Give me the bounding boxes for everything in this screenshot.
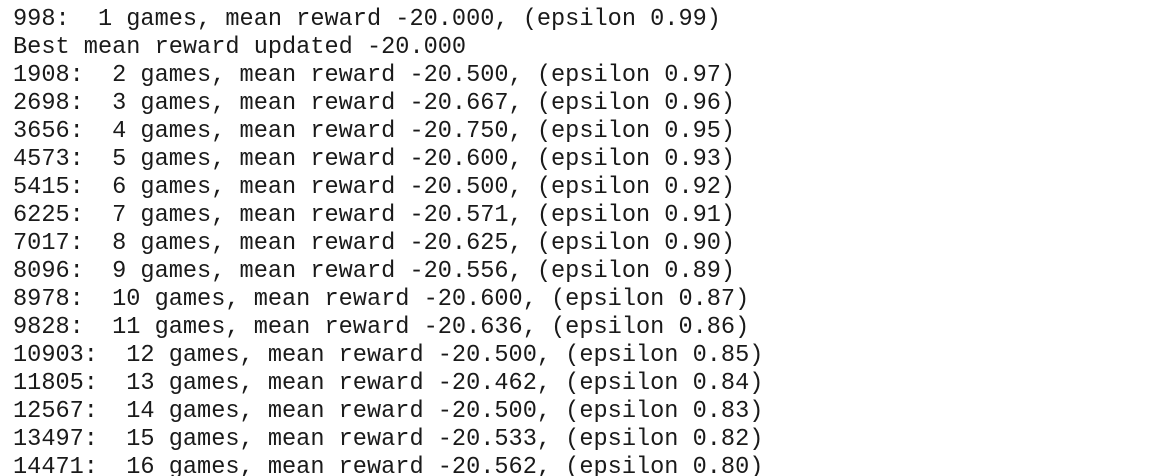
log-line: 6225: 7 games, mean reward -20.571, (eps…	[13, 202, 736, 229]
log-line: 5415: 6 games, mean reward -20.500, (eps…	[13, 174, 736, 201]
log-line: 9828: 11 games, mean reward -20.636, (ep…	[13, 314, 750, 341]
log-line: 4573: 5 games, mean reward -20.600, (eps…	[13, 146, 736, 173]
log-line: 13497: 15 games, mean reward -20.533, (e…	[13, 426, 764, 453]
log-line: 3656: 4 games, mean reward -20.750, (eps…	[13, 118, 736, 145]
log-line: 12567: 14 games, mean reward -20.500, (e…	[13, 398, 764, 425]
log-line: 8978: 10 games, mean reward -20.600, (ep…	[13, 286, 750, 313]
log-line: 14471: 16 games, mean reward -20.562, (e…	[13, 454, 764, 476]
log-line: 998: 1 games, mean reward -20.000, (epsi…	[13, 6, 721, 33]
log-line: 10903: 12 games, mean reward -20.500, (e…	[13, 342, 764, 369]
log-line: 2698: 3 games, mean reward -20.667, (eps…	[13, 90, 736, 117]
log-line: 8096: 9 games, mean reward -20.556, (eps…	[13, 258, 736, 285]
log-line: 7017: 8 games, mean reward -20.625, (eps…	[13, 230, 736, 257]
training-log-output: 998: 1 games, mean reward -20.000, (epsi…	[0, 0, 1176, 476]
log-line: 11805: 13 games, mean reward -20.462, (e…	[13, 370, 764, 397]
log-line: 1908: 2 games, mean reward -20.500, (eps…	[13, 62, 736, 89]
log-line-best-reward: Best mean reward updated -20.000	[13, 34, 467, 61]
